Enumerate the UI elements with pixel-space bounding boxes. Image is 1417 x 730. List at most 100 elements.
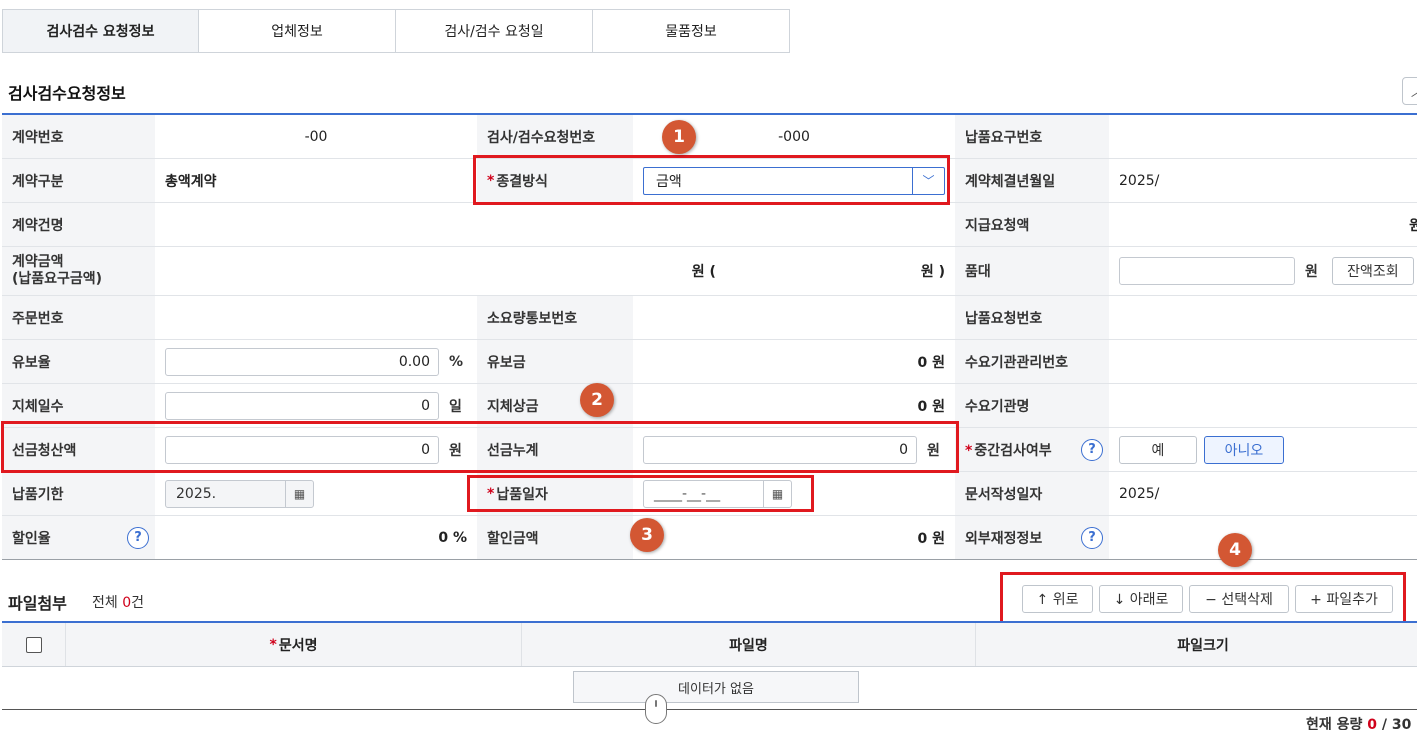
value-delivery-req-number	[1109, 115, 1417, 158]
advance-cumulative-input[interactable]: 0	[643, 435, 917, 464]
calendar-icon[interactable]: ▦	[285, 480, 313, 507]
advance-cumulative-cell: 0 원	[633, 428, 955, 471]
delivery-deadline-cell: 2025. ▦	[155, 472, 477, 515]
file-section-title: 파일첨부	[8, 594, 67, 613]
advance-settlement-cell: 0 원	[155, 428, 477, 471]
label-delivery-req-number: 납품요구번호	[955, 115, 1109, 158]
row-retention-rate: 유보율 0.00 % 유보금 0 원 수요기관관리번호	[2, 340, 1417, 384]
label-closing-method-text: 종결방식	[496, 173, 548, 190]
required-mark: *	[269, 636, 277, 653]
add-file-button[interactable]: + 파일추가	[1295, 585, 1393, 613]
label-external-finance-text: 외부재정정보	[965, 530, 1043, 547]
tab-inspection-request[interactable]: 검사검수 요청정보	[2, 9, 199, 53]
tab-goods-info[interactable]: 물품정보	[593, 9, 790, 53]
value-payment-request-unit: 원	[1409, 217, 1417, 234]
file-count: 전체 0건	[92, 592, 144, 612]
select-all-checkbox[interactable]	[25, 636, 42, 653]
file-table-header: * 문서명 파일명 파일크기	[2, 623, 1417, 667]
value-discount-amount: 0 원	[917, 530, 946, 547]
goods-price-unit: 원	[1305, 264, 1318, 280]
row-contract-amount: 계약금액 (납품요구금액) 원 ( 원 ) 품대 원 잔액조회	[2, 247, 1417, 296]
value-requirement-notice	[633, 296, 955, 339]
label-agency-mgmt-number: 수요기관관리번호	[955, 340, 1109, 383]
value-contract-type: 총액계약	[165, 173, 217, 190]
label-contract-name: 계약건명	[2, 203, 155, 246]
interim-inspection-text: 중간검사여부	[974, 442, 1052, 459]
file-table: * 문서명 파일명 파일크기	[2, 621, 1417, 667]
collapse-button[interactable]: ︿	[1402, 77, 1417, 105]
closing-method-select[interactable]: 금액 ﹀	[643, 166, 945, 195]
label-interim-inspection: * 중간검사여부 ?	[955, 428, 1109, 471]
goods-price-cell: 원 잔액조회	[1109, 247, 1417, 295]
divider	[2, 709, 1417, 710]
delivery-deadline-input[interactable]: 2025. ▦	[165, 479, 314, 508]
value-discount-rate: 0 %	[438, 529, 467, 546]
advance-settlement-input[interactable]: 0	[165, 435, 439, 464]
value-agency-name	[1109, 384, 1417, 427]
required-mark: *	[487, 485, 495, 502]
closing-method-value: 금액	[656, 173, 682, 190]
calendar-icon[interactable]: ▦	[763, 480, 791, 507]
value-contract-number: -00	[304, 128, 328, 145]
label-discount-amount: 할인금액	[477, 516, 633, 559]
contract-amount-unit-close: 원 )	[920, 264, 945, 280]
step-badge-2: 2	[580, 383, 614, 417]
required-mark: *	[487, 172, 495, 189]
advance-settlement-unit: 원	[449, 442, 462, 459]
required-mark: *	[965, 442, 973, 459]
delivery-date-cell: ____-__-__ ▦	[633, 472, 955, 515]
col-file-size: 파일크기	[1177, 637, 1229, 654]
value-order-number	[155, 296, 477, 339]
row-contract-name: 계약건명 지급요청액 원	[2, 203, 1417, 247]
col-file-name: 파일명	[522, 623, 976, 666]
label-delay-days: 지체일수	[2, 384, 155, 427]
section-title: 검사검수요청정보	[8, 84, 126, 103]
retention-rate-cell: 0.00 %	[155, 340, 477, 383]
delivery-deadline-value: 2025.	[176, 485, 217, 502]
label-retention-amount: 유보금	[477, 340, 633, 383]
retention-rate-unit: %	[449, 353, 464, 370]
label-discount-rate-text: 할인율	[12, 530, 51, 547]
step-badge-1: 1	[662, 120, 696, 154]
chevron-up-icon: ︿	[1411, 83, 1417, 100]
tab-company-info[interactable]: 업체정보	[199, 9, 396, 53]
value-delivery-request-number	[1109, 296, 1417, 339]
delivery-date-input[interactable]: ____-__-__ ▦	[643, 479, 792, 508]
file-count-suffix: 건	[131, 595, 145, 611]
label-advance-cumulative: 선금누계	[477, 428, 633, 471]
delivery-date-value: ____-__-__	[654, 485, 721, 502]
value-contract-name	[155, 203, 955, 246]
delay-days-input[interactable]: 0	[165, 391, 439, 420]
col-doc-name-text: 문서명	[278, 637, 318, 654]
row-delay-days: 지체일수 0 일 지체상금 0 원 수요기관명	[2, 384, 1417, 428]
goods-price-input[interactable]	[1119, 257, 1295, 285]
label-delivery-date-text: 납품일자	[496, 486, 548, 503]
interim-yes-button[interactable]: 예	[1119, 435, 1197, 464]
label-requirement-notice: 소요량통보번호	[477, 296, 633, 339]
help-icon[interactable]: ?	[1081, 526, 1103, 549]
storage-usage: 현재 용량 0 / 30 M	[1306, 714, 1417, 730]
label-retention-rate: 유보율	[2, 340, 155, 383]
label-order-number: 주문번호	[2, 296, 155, 339]
delete-selected-button[interactable]: − 선택삭제	[1189, 585, 1289, 613]
delay-days-unit: 일	[449, 398, 462, 415]
chevron-down-icon[interactable]: ﹀	[912, 167, 944, 194]
move-up-button[interactable]: ↑ 위로	[1022, 585, 1093, 613]
contract-amount-unit-open: 원 (	[691, 264, 716, 280]
value-delay-penalty: 0 원	[917, 398, 946, 415]
help-icon[interactable]: ?	[127, 526, 149, 549]
label-request-number: 검사/검수요청번호	[477, 115, 633, 158]
tab-request-date[interactable]: 검사/검수 요청일	[396, 9, 593, 53]
label-delivery-deadline: 납품기한	[2, 472, 155, 515]
label-contract-type: 계약구분	[2, 159, 155, 202]
retention-rate-input[interactable]: 0.00	[165, 347, 439, 376]
label-payment-request: 지급요청액	[955, 203, 1109, 246]
label-closing-method: * 종결방식	[477, 159, 633, 202]
value-contract-date: 2025/	[1119, 172, 1160, 189]
balance-inquiry-button[interactable]: 잔액조회	[1331, 257, 1414, 285]
interim-no-button[interactable]: 아니오	[1204, 435, 1284, 464]
value-doc-date: 2025/	[1119, 485, 1160, 502]
help-icon[interactable]: ?	[1081, 438, 1103, 461]
label-goods-price: 품대	[955, 247, 1109, 295]
move-down-button[interactable]: ↓ 아래로	[1099, 585, 1183, 613]
